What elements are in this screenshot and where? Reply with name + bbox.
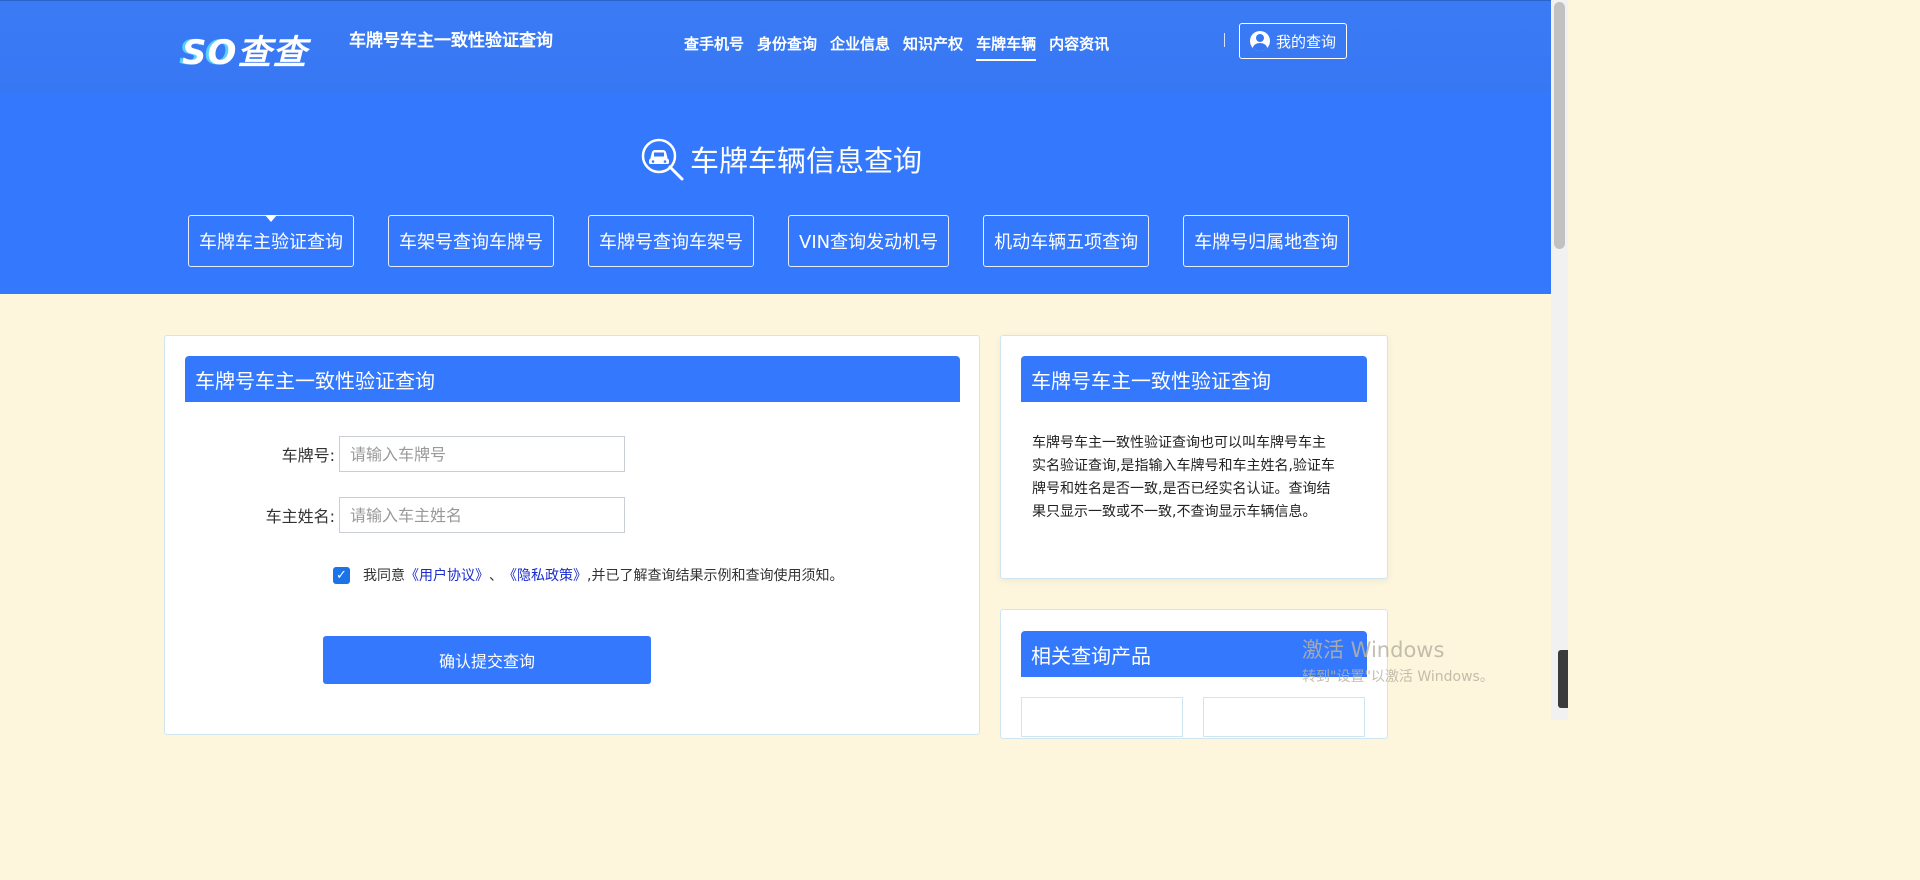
info-card: 车牌号车主一致性验证查询 车牌号车主一致性验证查询也可以叫车牌号车主实名验证查询… — [1000, 335, 1388, 579]
side-widget-handle[interactable] — [1558, 650, 1568, 708]
query-form-card: 车牌号车主一致性验证查询 车牌号: 车主姓名: ✓ 我同意 《用户协议》 、 《… — [164, 335, 980, 735]
owner-label: 车主姓名: — [265, 507, 335, 526]
agree-checkbox[interactable]: ✓ — [333, 566, 350, 584]
scrollbar-thumb[interactable] — [1554, 2, 1565, 249]
agreement-row: ✓ 我同意 《用户协议》 、 《隐私政策》 ,并已了解查询结果示例和查询使用须知… — [333, 565, 843, 585]
my-query-button[interactable]: 我的查询 — [1239, 23, 1347, 59]
page-title: 车牌号车主一致性验证查询 — [349, 31, 553, 51]
owner-name-input[interactable] — [339, 497, 625, 533]
nav-item-company[interactable]: 企业信息 — [830, 33, 890, 61]
nav-item-news[interactable]: 内容资讯 — [1049, 33, 1109, 61]
tab-plate-location[interactable]: 车牌号归属地查询 — [1183, 215, 1350, 267]
plate-label: 车牌号: — [281, 446, 335, 465]
nav-divider — [1224, 33, 1225, 47]
agree-separator: 、 — [489, 568, 503, 584]
related-product-item[interactable] — [1203, 697, 1365, 737]
hero-title: 车牌车辆信息查询 — [640, 137, 922, 181]
agree-prefix: 我同意 — [363, 568, 405, 584]
site-logo[interactable]: SO查查 — [182, 25, 307, 74]
plate-row: 车牌号: — [185, 436, 625, 472]
related-product-item[interactable] — [1021, 697, 1183, 737]
info-title: 车牌号车主一致性验证查询 — [1021, 356, 1367, 402]
tab-plate-owner-verify[interactable]: 车牌车主验证查询 — [188, 215, 354, 267]
watermark-line-1: 激活 Windows — [1302, 638, 1445, 662]
main-nav: 查手机号 身份查询 企业信息 知识产权 车牌车辆 内容资讯 — [684, 33, 1109, 61]
watermark-line-2: 转到"设置"以激活 Windows。 — [1302, 669, 1494, 685]
hero-title-text: 车牌车辆信息查询 — [690, 144, 923, 178]
page-scrollbar[interactable] — [1551, 0, 1568, 720]
tab-vin-to-plate[interactable]: 车架号查询车牌号 — [388, 215, 554, 267]
my-query-label: 我的查询 — [1275, 32, 1336, 51]
car-search-icon — [640, 137, 684, 181]
submit-button[interactable]: 确认提交查询 — [323, 636, 651, 684]
nav-item-phone[interactable]: 查手机号 — [684, 33, 744, 61]
nav-item-ip[interactable]: 知识产权 — [903, 33, 963, 61]
windows-activation-watermark: 激活 Windows 转到"设置"以激活 Windows。 — [1302, 634, 1494, 686]
hero-banner: 车牌车辆信息查询 车牌车主验证查询 车架号查询车牌号 车牌号查询车架号 VIN查… — [0, 93, 1551, 294]
query-tabs: 车牌车主验证查询 车架号查询车牌号 车牌号查询车架号 VIN查询发动机号 机动车… — [188, 215, 1350, 267]
privacy-policy-link[interactable]: 《隐私政策》 — [503, 565, 587, 585]
tab-plate-to-vin[interactable]: 车牌号查询车架号 — [588, 215, 754, 267]
info-description: 车牌号车主一致性验证查询也可以叫车牌号车主实名验证查询,是指输入车牌号和车主姓名… — [1032, 435, 1335, 520]
agree-suffix: ,并已了解查询结果示例和查询使用须知。 — [587, 568, 844, 584]
form-title: 车牌号车主一致性验证查询 — [185, 356, 960, 402]
user-agreement-link[interactable]: 《用户协议》 — [405, 565, 489, 585]
tab-vin-engine[interactable]: VIN查询发动机号 — [788, 215, 950, 267]
user-icon — [1249, 31, 1270, 51]
owner-row: 车主姓名: — [185, 497, 625, 533]
nav-item-identity[interactable]: 身份查询 — [757, 33, 817, 61]
nav-item-vehicle[interactable]: 车牌车辆 — [976, 33, 1037, 61]
plate-input[interactable] — [339, 436, 625, 472]
top-header: SO查查 车牌号车主一致性验证查询 查手机号 身份查询 企业信息 知识产权 车牌… — [0, 0, 1551, 93]
tab-vehicle-five-items[interactable]: 机动车辆五项查询 — [983, 215, 1150, 267]
